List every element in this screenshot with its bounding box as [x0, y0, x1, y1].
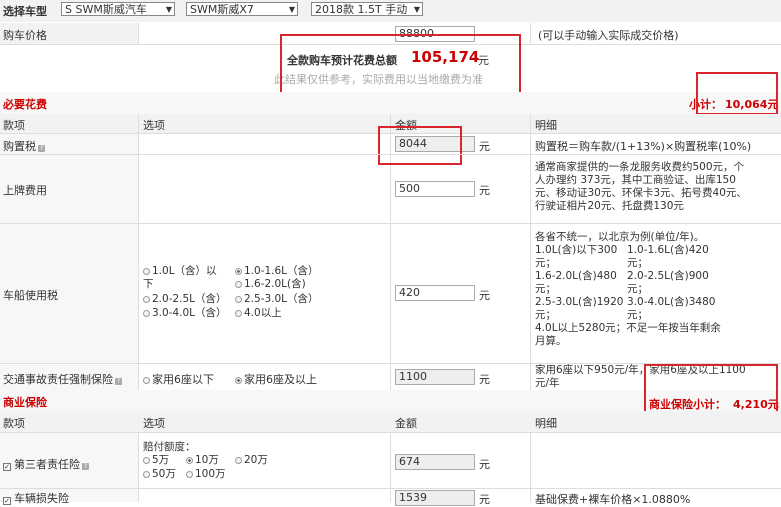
help-icon[interactable]: ?: [115, 378, 122, 385]
radio-icon: [235, 296, 242, 303]
price-note: (可以手动输入实际成交价格): [538, 29, 679, 42]
radio-icon: [143, 310, 150, 317]
col-detail: 明细: [535, 417, 557, 430]
purchase-tax-label: 购置税?: [3, 140, 45, 153]
vessel-tax-detail: 各省不统一，以北京为例(单位/年)。 1.0L(含)以下300 1.0-1.6L(…: [535, 231, 721, 347]
trim-select[interactable]: 2018款 1.5T 手动 ▼: [311, 2, 423, 16]
radio-selected-icon: [235, 377, 242, 384]
vehicle-loss-label[interactable]: ✓ 车辆损失险: [3, 490, 69, 506]
plate-fee-unit: 元: [479, 184, 490, 197]
column-header-row: [0, 411, 781, 432]
highlight-box: [280, 34, 521, 96]
brand-select[interactable]: S SWM斯威汽车 ▼: [61, 2, 175, 16]
highlight-box: [378, 126, 462, 165]
option-over-4[interactable]: 4.0以上: [235, 307, 282, 320]
option-2-5[interactable]: 2.0-2.5L（含）: [143, 293, 227, 306]
required-section-header: [0, 92, 781, 114]
option-2-0[interactable]: 1.6-2.0L(含): [235, 278, 306, 291]
option-3-0[interactable]: 2.5-3.0L（含）: [235, 293, 319, 306]
radio-selected-icon: [186, 457, 193, 464]
help-icon[interactable]: ?: [82, 463, 89, 470]
third-party-input[interactable]: 674: [395, 454, 475, 470]
highlight-box: [696, 72, 778, 115]
radio-icon: [235, 310, 242, 317]
plate-fee-detail: 通常商家提供的一条龙服务收费约500元，个 人办理约 373元，其中工商验证、出…: [535, 161, 747, 212]
col-option: 选项: [143, 119, 165, 132]
radio-icon: [235, 281, 242, 288]
price-label: 购车价格: [3, 29, 47, 42]
radio-icon: [143, 471, 150, 478]
chevron-down-icon: ▼: [165, 5, 172, 14]
col-item: 款项: [3, 417, 25, 430]
plate-fee-label: 上牌费用: [3, 184, 47, 197]
third-party-unit: 元: [479, 458, 490, 471]
checkbox-checked-icon[interactable]: ✓: [3, 463, 11, 471]
option-under-6-seats[interactable]: 家用6座以下: [143, 371, 214, 387]
vessel-tax-unit: 元: [479, 289, 490, 302]
option-1-6[interactable]: 1.0-1.6L（含）: [235, 265, 319, 278]
purchase-tax-unit: 元: [479, 140, 490, 153]
col-item: 款项: [3, 119, 25, 132]
vehicle-loss-input[interactable]: 1539: [395, 490, 475, 506]
plate-fee-input[interactable]: 500: [395, 181, 475, 197]
option-100w[interactable]: 100万: [186, 468, 226, 481]
purchase-tax-detail: 购置税＝购车款/(1+13%)×购置税率(10%): [535, 140, 752, 153]
quota-label: 赔付额度：: [143, 441, 196, 453]
option-1-0[interactable]: 1.0L（含）以: [143, 265, 217, 278]
vessel-tax-label: 车船使用税: [3, 289, 58, 302]
option-5w[interactable]: 5万: [143, 454, 169, 467]
model-select[interactable]: SWM斯威X7 ▼: [186, 2, 298, 16]
divider: [530, 23, 531, 45]
option-20w[interactable]: 20万: [235, 454, 268, 467]
option-1-0-wrap: 下: [143, 278, 154, 290]
third-party-label[interactable]: ✓ 第三者责任险?: [3, 456, 89, 472]
col-detail: 明细: [535, 119, 557, 132]
chevron-down-icon: ▼: [413, 5, 420, 14]
radio-icon: [143, 296, 150, 303]
compulsory-unit: 元: [479, 373, 490, 386]
radio-icon: [143, 457, 150, 464]
commercial-title: 商业保险: [3, 396, 47, 409]
option-4-0[interactable]: 3.0-4.0L（含）: [143, 307, 227, 320]
radio-icon: [235, 457, 242, 464]
option-10w[interactable]: 10万: [186, 454, 219, 467]
compulsory-input[interactable]: 1100: [395, 369, 475, 385]
checkbox-checked-icon[interactable]: ✓: [3, 497, 11, 505]
compulsory-label: 交通事故责任强制保险?: [3, 373, 122, 386]
radio-selected-icon: [235, 268, 242, 275]
required-title: 必要花费: [3, 98, 47, 111]
divider: [138, 23, 139, 45]
select-model-label: 选择车型: [3, 5, 47, 18]
help-icon[interactable]: ?: [38, 145, 45, 152]
radio-icon: [186, 471, 193, 478]
vehicle-loss-detail: 基础保费+裸车价格×1.0880%: [535, 493, 691, 506]
col-amount: 金额: [395, 417, 417, 430]
vehicle-loss-unit: 元: [479, 493, 490, 506]
option-6-seats-plus[interactable]: 家用6座及以上: [235, 371, 317, 387]
option-50w[interactable]: 50万: [143, 468, 176, 481]
radio-icon: [143, 268, 150, 275]
col-option: 选项: [143, 417, 165, 430]
vessel-tax-input[interactable]: 420: [395, 285, 475, 301]
divider: [530, 114, 531, 390]
chevron-down-icon: ▼: [288, 5, 295, 14]
divider: [138, 114, 139, 390]
radio-icon: [143, 377, 150, 384]
